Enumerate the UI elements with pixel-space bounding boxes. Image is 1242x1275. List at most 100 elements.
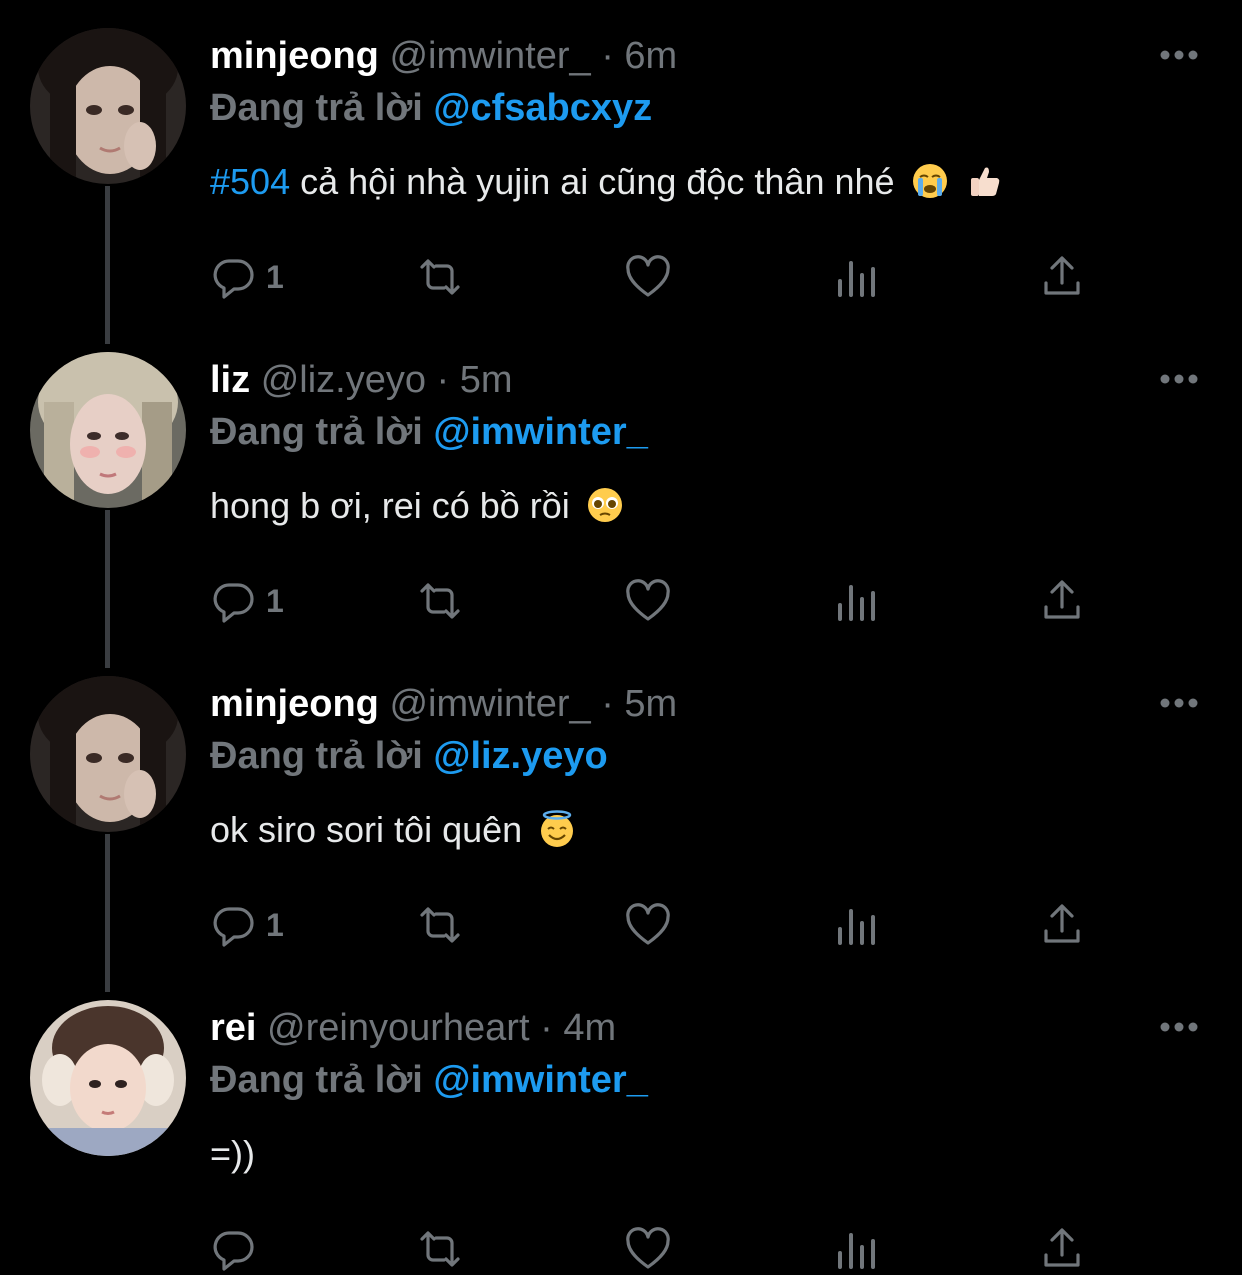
tweet-header: rei @reinyourheart · 4m <box>210 1006 616 1050</box>
tweet-text: =)) <box>210 1132 255 1176</box>
retweet-icon <box>420 1231 460 1267</box>
share-icon <box>1044 1228 1080 1267</box>
retweet-button[interactable] <box>416 1222 464 1275</box>
share-icon <box>1044 904 1080 943</box>
tweet[interactable]: rei @reinyourheart · 4m Đang trả lời @im… <box>0 972 1242 1275</box>
separator-dot: · <box>540 1007 553 1049</box>
like-icon <box>626 255 670 297</box>
replying-to-label: Đang trả lời <box>210 1059 423 1101</box>
retweet-button[interactable] <box>416 574 464 628</box>
timestamp[interactable]: 4m <box>563 1007 616 1049</box>
tweet[interactable]: liz @liz.yeyo · 5m Đang trả lời @imwinte… <box>0 324 1242 648</box>
views-button[interactable] <box>832 1222 880 1275</box>
action-bar: 1 <box>210 574 1110 628</box>
separator-dot: · <box>436 359 450 401</box>
pleading-face-emoji <box>587 488 622 522</box>
tweet-body-text: =)) <box>210 1133 255 1174</box>
share-button[interactable] <box>1038 898 1086 952</box>
retweet-icon <box>420 583 460 619</box>
reply-count: 1 <box>266 906 284 943</box>
smiling-face-with-halo-emoji <box>541 810 574 847</box>
tweet-header: minjeong @imwinter_ · 5m <box>210 682 677 726</box>
tweet[interactable]: minjeong @imwinter_ · 5m Đang trả lời @l… <box>0 648 1242 972</box>
separator-dot: · <box>601 35 614 77</box>
display-name[interactable]: rei <box>210 1007 256 1049</box>
replying-to: Đang trả lời @liz.yeyo <box>210 734 608 778</box>
thumbs-up-emoji <box>970 167 999 196</box>
avatar[interactable] <box>30 28 186 184</box>
user-handle[interactable]: @reinyourheart <box>267 1007 529 1049</box>
share-button[interactable] <box>1038 574 1086 628</box>
timestamp[interactable]: 5m <box>624 683 677 725</box>
reply-button[interactable]: 1 <box>210 574 284 628</box>
tweet-text: hong b ơi, rei có bồ rồi <box>210 484 624 528</box>
avatar[interactable] <box>30 1000 186 1156</box>
reply-icon <box>213 1231 254 1271</box>
like-button[interactable] <box>624 898 672 952</box>
like-icon <box>626 1227 670 1269</box>
views-button[interactable] <box>832 250 880 304</box>
views-icon <box>838 1233 875 1269</box>
replying-to: Đang trả lời @imwinter_ <box>210 1058 648 1102</box>
replying-to: Đang trả lời @cfsabcxyz <box>210 86 652 130</box>
replying-to-label: Đang trả lời <box>210 735 423 777</box>
action-bar: 1 <box>210 250 1110 304</box>
reply-count: 1 <box>266 258 284 295</box>
like-icon <box>626 903 670 945</box>
display-name[interactable]: minjeong <box>210 35 379 77</box>
separator-dot: · <box>601 683 614 725</box>
reply-icon <box>213 259 254 299</box>
views-button[interactable] <box>832 898 880 952</box>
hashtag-link[interactable]: #504 <box>210 161 290 202</box>
share-button[interactable] <box>1038 250 1086 304</box>
replying-to-label: Đang trả lời <box>210 87 423 129</box>
display-name[interactable]: liz <box>210 359 250 401</box>
reply-mention-link[interactable]: @cfsabcxyz <box>433 87 652 129</box>
retweet-button[interactable] <box>416 250 464 304</box>
timestamp[interactable]: 6m <box>624 35 677 77</box>
reply-count: 1 <box>266 582 284 619</box>
reply-button[interactable]: 1 <box>210 898 284 952</box>
liz-avatar <box>30 352 186 508</box>
like-button[interactable] <box>624 574 672 628</box>
tweet-header: minjeong @imwinter_ · 6m <box>210 34 677 78</box>
views-button[interactable] <box>832 574 880 628</box>
tweet[interactable]: minjeong @imwinter_ · 6m Đang trả lời @c… <box>0 0 1242 324</box>
share-icon <box>1044 256 1080 295</box>
more-icon[interactable] <box>1158 1020 1200 1034</box>
reply-mention-link[interactable]: @liz.yeyo <box>433 735 607 777</box>
minjeong-avatar <box>30 676 186 832</box>
reply-mention-link[interactable]: @imwinter_ <box>433 411 647 453</box>
like-icon <box>626 579 670 621</box>
reply-button[interactable] <box>210 1222 266 1275</box>
avatar[interactable] <box>30 676 186 832</box>
more-icon[interactable] <box>1158 372 1200 386</box>
like-button[interactable] <box>624 1222 672 1275</box>
action-bar <box>210 1222 1110 1275</box>
reply-icon <box>213 583 254 623</box>
avatar[interactable] <box>30 352 186 508</box>
reply-mention-link[interactable]: @imwinter_ <box>433 1059 647 1101</box>
views-icon <box>838 585 875 621</box>
user-handle[interactable]: @imwinter_ <box>389 35 590 77</box>
share-icon <box>1044 580 1080 619</box>
tweet-header: liz @liz.yeyo · 5m <box>210 358 513 402</box>
more-icon[interactable] <box>1158 48 1200 62</box>
share-button[interactable] <box>1038 1222 1086 1275</box>
tweet-body-text: cả hội nhà yujin ai cũng độc thân nhé <box>290 161 895 202</box>
retweet-icon <box>420 259 460 295</box>
retweet-button[interactable] <box>416 898 464 952</box>
like-button[interactable] <box>624 250 672 304</box>
replying-to-label: Đang trả lời <box>210 411 423 453</box>
user-handle[interactable]: @liz.yeyo <box>261 359 426 401</box>
display-name[interactable]: minjeong <box>210 683 379 725</box>
loudly-crying-face-emoji <box>912 164 947 198</box>
user-handle[interactable]: @imwinter_ <box>389 683 590 725</box>
reply-button[interactable]: 1 <box>210 250 284 304</box>
more-icon[interactable] <box>1158 696 1200 710</box>
timestamp[interactable]: 5m <box>460 359 513 401</box>
tweet-body-text: ok siro sori tôi quên <box>210 809 523 850</box>
replying-to: Đang trả lời @imwinter_ <box>210 410 648 454</box>
tweet-text: #504 cả hội nhà yujin ai cũng độc thân n… <box>210 160 1003 204</box>
minjeong-avatar <box>30 28 186 184</box>
